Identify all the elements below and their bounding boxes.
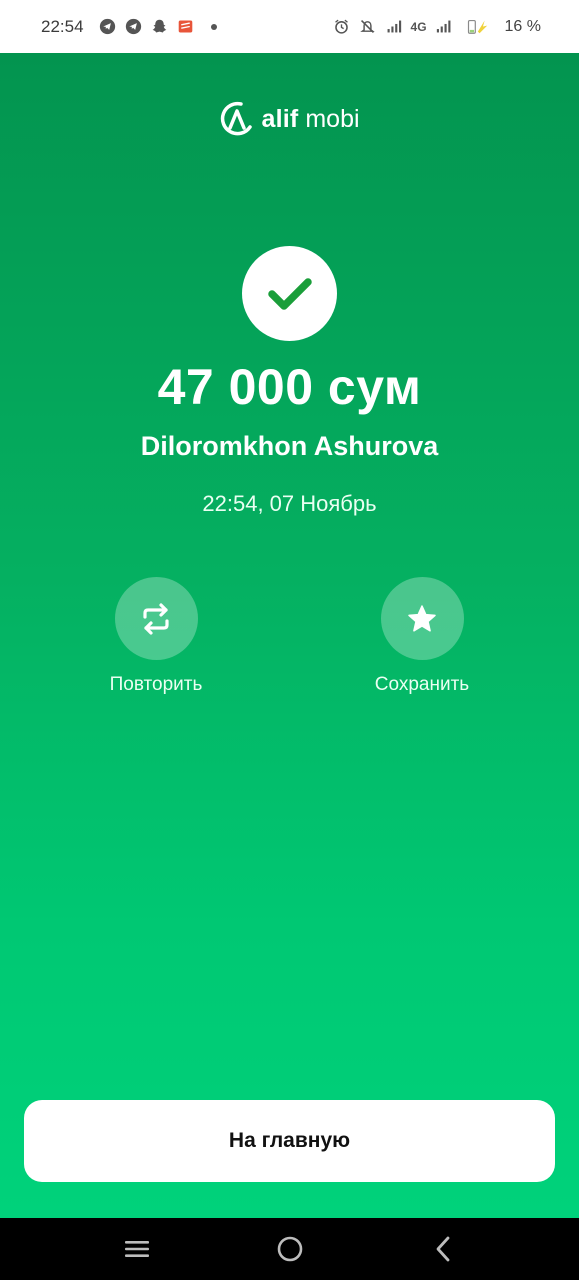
save-circle[interactable] — [380, 577, 464, 660]
logo-product: mobi — [305, 104, 360, 133]
menu-icon — [124, 1241, 149, 1257]
telegram-icon — [99, 18, 115, 35]
recent-apps-button[interactable] — [117, 1229, 157, 1269]
telegram-icon — [125, 18, 141, 35]
home-system-button[interactable] — [270, 1229, 310, 1269]
payment-success-screen: alif mobi 47 000 сум Diloromkhon Ashurov… — [0, 53, 579, 1218]
logo-text: alif mobi — [261, 105, 359, 134]
status-bar: 22:54 4G 16 % — [0, 0, 579, 53]
signal-icon — [387, 20, 401, 33]
alif-mobi-logo: alif mobi — [0, 99, 579, 139]
star-icon — [408, 604, 436, 632]
recipient-name: Diloromkhon Ashurova — [140, 431, 439, 461]
payment-amount: 47 000 сум — [157, 359, 422, 415]
more-dot-icon — [210, 23, 217, 30]
home-circle-icon — [277, 1236, 302, 1262]
mute-icon — [359, 20, 375, 33]
back-icon — [436, 1236, 449, 1262]
4g-signal-icon — [436, 20, 450, 33]
repeat-button[interactable]: Повторить — [76, 577, 236, 696]
back-system-button[interactable] — [423, 1229, 463, 1269]
alarm-icon — [334, 19, 348, 34]
network-type: 4G — [410, 19, 427, 34]
go-home-button[interactable]: На главную — [24, 1100, 555, 1182]
repeat-circle[interactable] — [114, 577, 198, 660]
repeat-icon — [143, 602, 169, 635]
save-label: Сохранить — [374, 674, 470, 695]
success-badge — [242, 246, 337, 341]
checkmark-icon — [267, 277, 312, 310]
battery-icon — [467, 19, 487, 34]
alif-logo-icon — [221, 101, 253, 136]
payment-datetime: 22:54, 07 Ноябрь — [202, 491, 377, 516]
app-notification-icon — [178, 20, 192, 33]
system-nav-bar — [0, 1218, 579, 1280]
battery-percent: 16 % — [504, 17, 541, 35]
save-button[interactable]: Сохранить — [342, 577, 502, 696]
logo-brand: alif — [261, 104, 299, 133]
snapchat-icon — [152, 19, 166, 33]
repeat-label: Повторить — [109, 674, 203, 695]
status-time: 22:54 — [41, 16, 84, 36]
